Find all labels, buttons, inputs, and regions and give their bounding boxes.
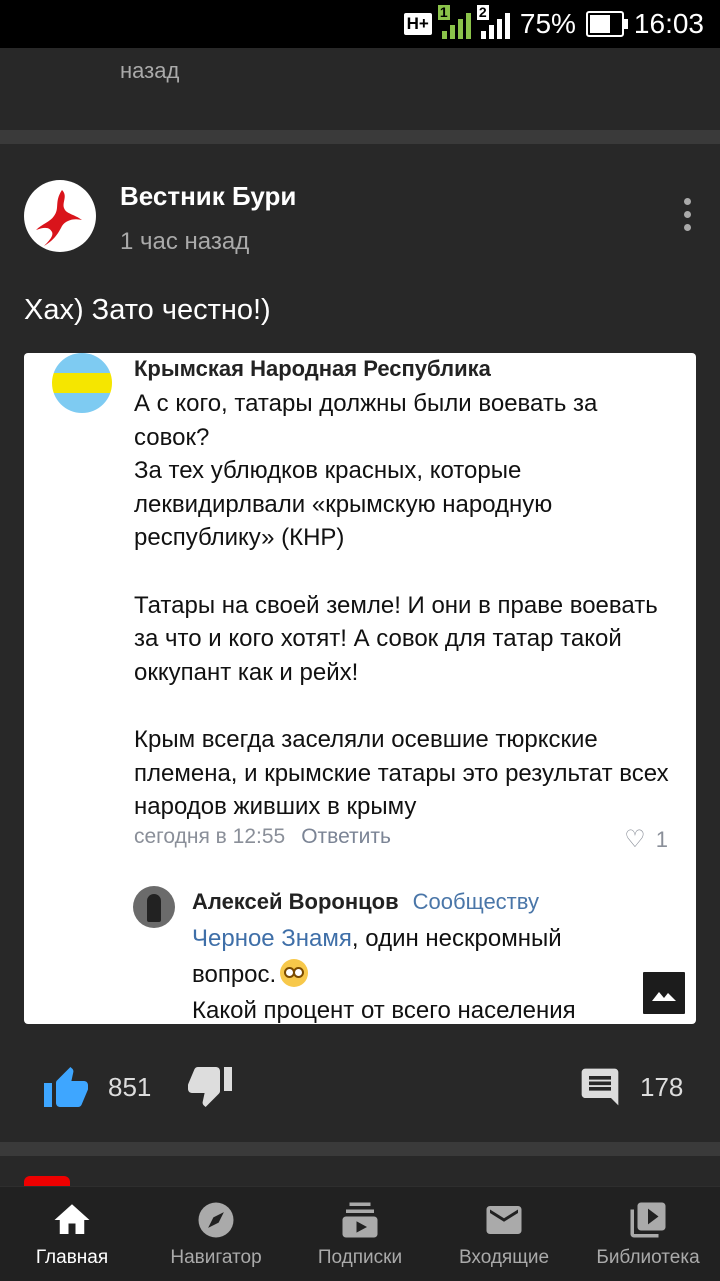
bottom-navigation: Главная Навигатор Подписки Входящие Библ… (0, 1186, 720, 1281)
comment-likes: ♡ 1 (624, 826, 668, 853)
krn-flag-avatar (52, 353, 112, 413)
nav-home[interactable]: Главная (0, 1187, 144, 1281)
card-divider (0, 1142, 720, 1156)
clock: 16:03 (633, 8, 704, 39)
home-icon (54, 1204, 90, 1234)
dislike-button[interactable] (186, 1054, 234, 1120)
library-icon (630, 1202, 666, 1238)
next-post-card[interactable] (0, 1156, 720, 1196)
previous-post-card[interactable]: назад (0, 48, 720, 130)
comments-button[interactable]: 178 (578, 1054, 683, 1120)
network-type: H+ (403, 13, 432, 35)
post-actions: 851 178 (0, 1054, 720, 1124)
bird-logo-icon (36, 190, 82, 246)
comment-body: А с кого, татары должны были воевать за … (134, 390, 669, 821)
thumb-down-icon (188, 1067, 232, 1107)
like-button[interactable]: 851 (42, 1054, 151, 1120)
heart-icon: ♡ (624, 826, 646, 853)
reply-avatar (133, 886, 175, 928)
post-image[interactable]: Крымская Народная Республика А с кого, т… (24, 353, 696, 1024)
comment-icon (581, 1068, 619, 1106)
channel-avatar[interactable] (24, 180, 96, 252)
comment-meta: сегодня в 12:55 Ответить (134, 825, 391, 848)
comment-count: 178 (640, 1071, 684, 1102)
image-icon[interactable] (641, 970, 687, 1016)
sim2-signal-icon: 2 (476, 5, 510, 39)
comment-author: Крымская Народная Республика (134, 356, 491, 381)
battery-icon (585, 11, 628, 37)
nav-inbox[interactable]: Входящие (432, 1187, 576, 1281)
channel-name[interactable]: Вестник Бури (120, 181, 296, 212)
reply-body: Черное Знамя, один нескромный вопрос. Ка… (192, 925, 576, 1024)
status-bar: H+ 1 2 75% 16:03 (0, 0, 720, 48)
post-text: Хах) Зато честно!) (24, 294, 271, 326)
post-time: 1 час назад (120, 228, 250, 255)
compass-icon (198, 1202, 234, 1238)
card-divider (0, 130, 720, 144)
previous-post-time: назад (120, 58, 180, 83)
nav-explore[interactable]: Навигатор (144, 1187, 288, 1281)
thumb-up-icon (44, 1067, 88, 1107)
nav-subscriptions[interactable]: Подписки (288, 1187, 432, 1281)
like-count: 851 (108, 1071, 152, 1102)
battery-percent: 75% (519, 8, 576, 39)
subscriptions-icon (342, 1202, 378, 1238)
more-vert-icon[interactable] (672, 198, 702, 238)
flushed-face-emoji (280, 959, 309, 987)
reply-author: Алексей Воронцов Сообществу (192, 889, 539, 914)
sim1-signal-icon: 1 (437, 5, 471, 39)
mail-icon (486, 1206, 522, 1234)
community-post-card: Вестник Бури 1 час назад Хах) Зато честн… (0, 144, 720, 1142)
nav-library[interactable]: Библиотека (576, 1187, 720, 1281)
